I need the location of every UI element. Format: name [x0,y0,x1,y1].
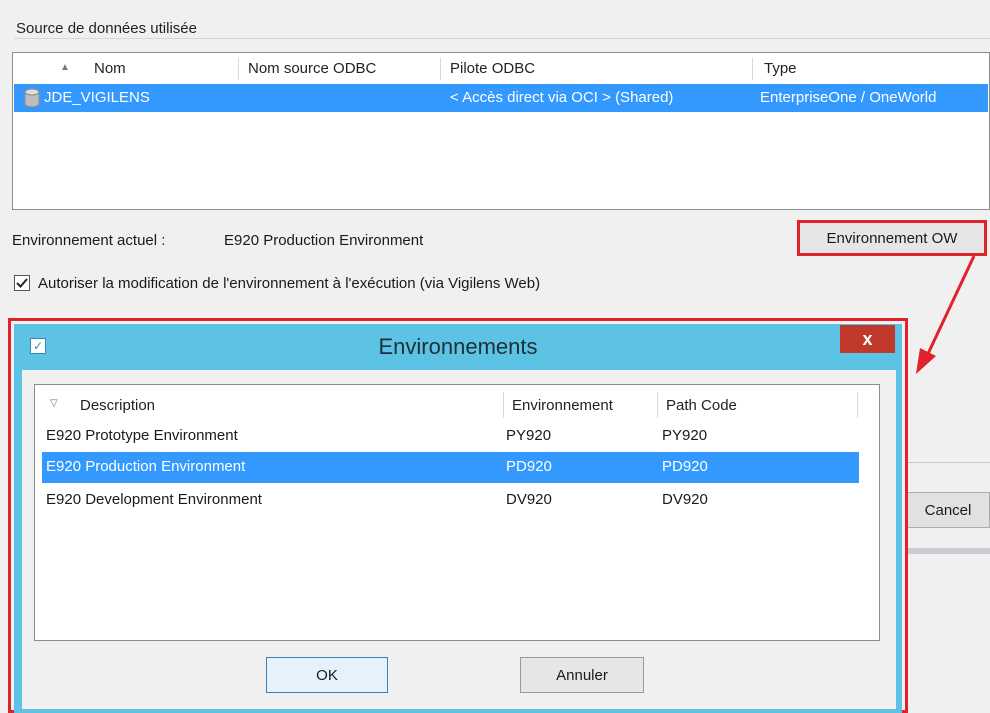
datasource-driver: < Accès direct via OCI > (Shared) [450,89,674,106]
datasource-type: EnterpriseOne / OneWorld [760,89,937,106]
close-icon: x [862,328,873,349]
column-header-name[interactable]: Nom [94,58,126,80]
row-environment[interactable]: PD920 [506,452,552,482]
column-header-type[interactable]: Type [764,58,797,80]
background-cancel-label: Cancel [924,501,972,519]
column-separator [503,392,504,418]
background-divider [906,462,990,463]
cancel-button-label: Annuler [556,666,608,684]
row-description[interactable]: E920 Production Environment [46,452,245,482]
column-header-environment[interactable]: Environnement [512,394,613,418]
sort-desc-icon[interactable]: ▽ [50,398,58,409]
column-separator [440,58,441,80]
checkbox-check-icon [16,278,28,288]
sort-asc-icon[interactable]: ▲ [60,62,70,73]
datasource-name: JDE_VIGILENS [44,89,150,106]
row-description[interactable]: E920 Prototype Environment [46,421,238,451]
row-path-code[interactable]: PY920 [662,421,707,451]
column-separator [238,58,239,80]
group-divider [14,38,990,39]
row-path-code[interactable]: DV920 [662,485,708,515]
ok-button[interactable]: OK [266,657,388,693]
row-environment[interactable]: DV920 [506,485,552,515]
allow-change-checkbox[interactable] [14,275,30,291]
background-cancel-button[interactable]: Cancel [906,492,990,528]
dialog-title: Environnements [378,334,538,359]
row-description[interactable]: E920 Development Environment [46,485,262,515]
column-header-driver[interactable]: Pilote ODBC [450,58,535,80]
column-separator [657,392,658,418]
column-header-description[interactable]: Description [80,394,155,418]
datasource-group-label: Source de données utilisée [16,20,197,37]
background-scrollbar [906,548,990,554]
row-environment[interactable]: PY920 [506,421,551,451]
close-button[interactable]: x [840,325,895,353]
allow-change-label[interactable]: Autoriser la modification de l'environne… [38,275,540,292]
database-icon [24,88,40,108]
current-environment-value: E920 Production Environment [224,232,424,249]
column-header-odbc-source[interactable]: Nom source ODBC [248,58,376,80]
environment-ow-button-label: Environnement OW [826,229,958,247]
cancel-button[interactable]: Annuler [520,657,644,693]
column-separator [857,392,858,418]
ok-button-label: OK [316,666,338,684]
annotation-arrow [916,255,976,374]
column-separator [752,58,753,80]
column-header-path-code[interactable]: Path Code [666,394,737,418]
row-path-code[interactable]: PD920 [662,452,708,482]
current-environment-label: Environnement actuel : [12,232,166,249]
